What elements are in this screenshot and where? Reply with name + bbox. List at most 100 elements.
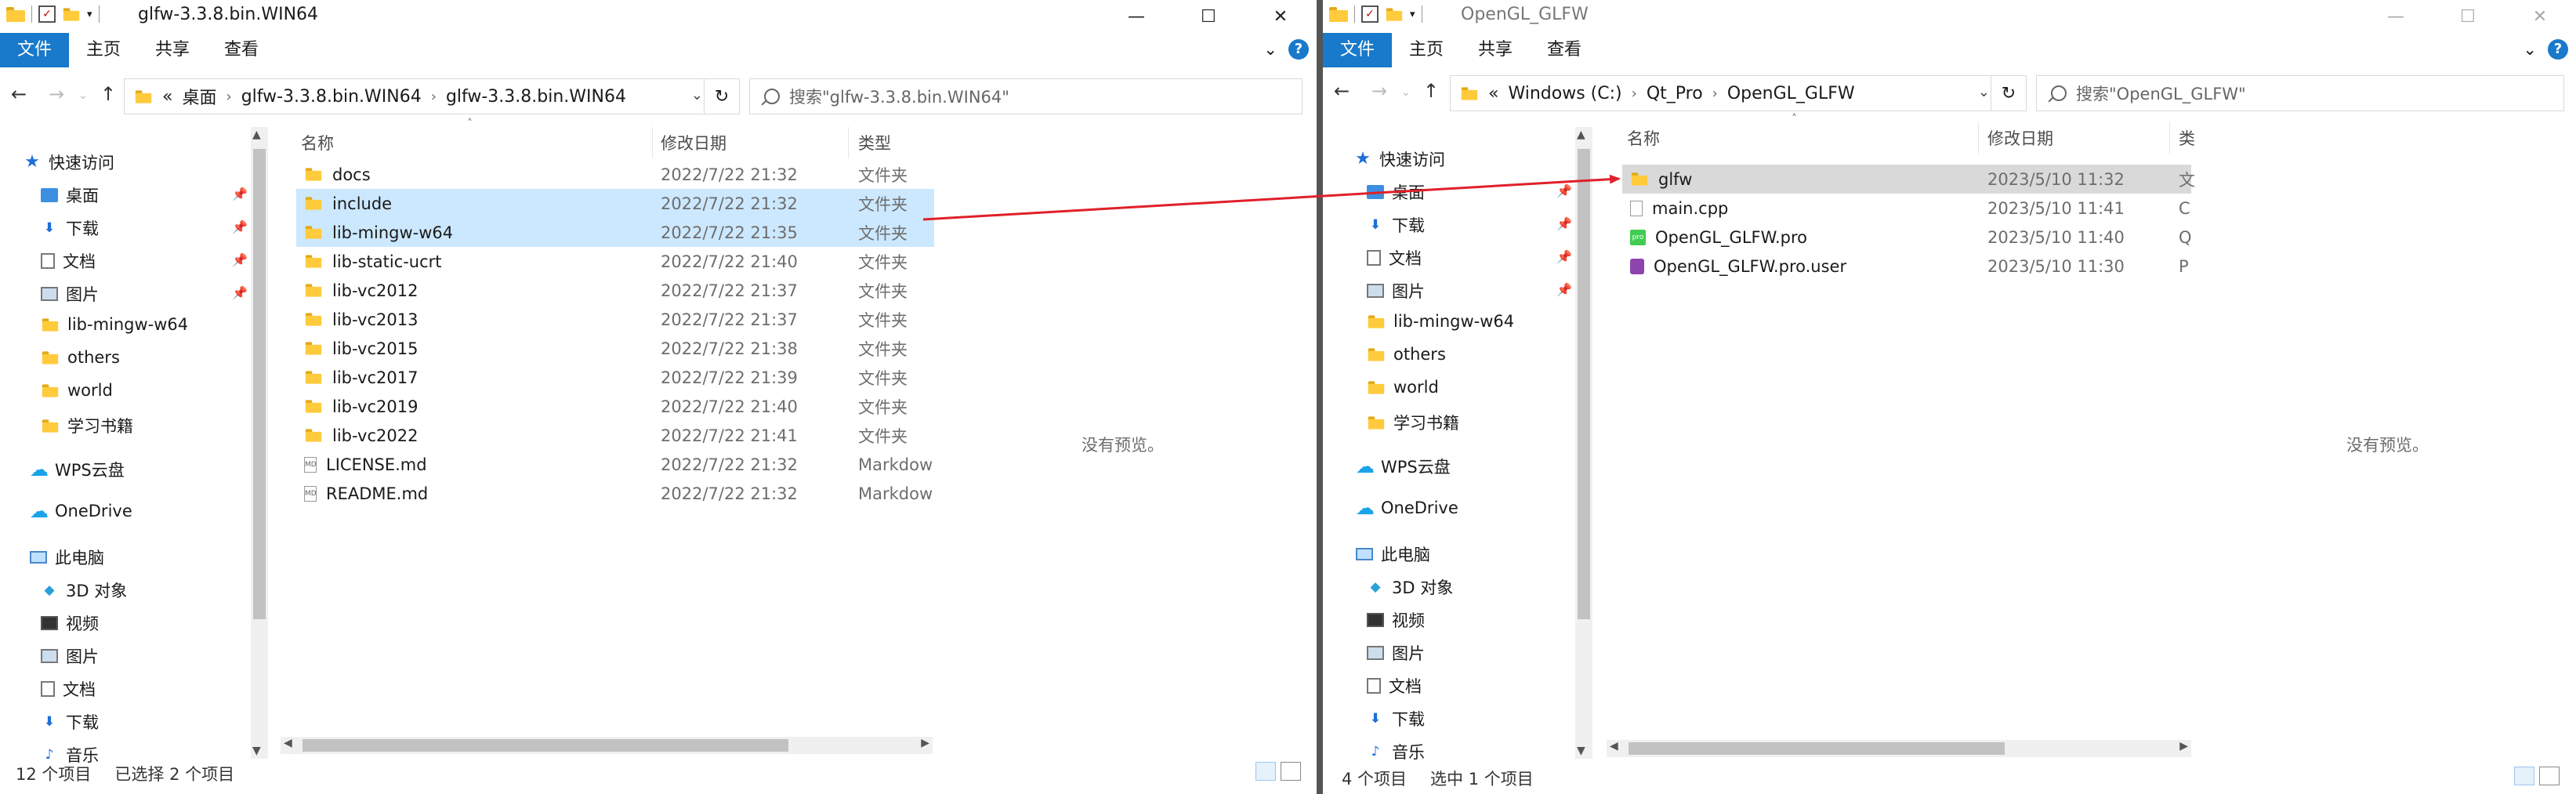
help-icon[interactable]: ? — [2548, 39, 2568, 60]
nav-wps[interactable]: ☁ WPS云盘 — [1356, 455, 1451, 478]
nav-desktop[interactable]: 桌面 — [1367, 180, 1425, 204]
nav-others[interactable]: others — [1367, 345, 1446, 364]
new-folder-icon[interactable] — [1386, 7, 1403, 21]
scroll-right-icon[interactable]: ▶ — [2179, 740, 2188, 752]
scrollbar-thumb[interactable] — [1578, 149, 1590, 619]
properties-icon[interactable]: ✓ — [1361, 5, 1379, 23]
nav-desktop[interactable]: 桌面 — [41, 183, 99, 207]
breadcrumb-overflow[interactable]: « — [162, 87, 172, 107]
pin-icon[interactable]: 📌 — [232, 187, 248, 201]
file-list-hscrollbar[interactable]: ◀ ▶ — [281, 737, 933, 754]
file-row[interactable]: lib-static-ucrt 2022/7/22 21:40 文件夹 — [296, 247, 934, 276]
help-icon[interactable]: ? — [1288, 39, 1309, 60]
tab-file[interactable]: 文件 — [0, 33, 70, 67]
pin-icon[interactable]: 📌 — [1556, 282, 1572, 297]
address-bar[interactable]: « 桌面 › glfw-3.3.8.bin.WIN64 › glfw-3.3.8… — [124, 78, 740, 114]
chevron-right-icon[interactable]: › — [1632, 85, 1637, 102]
column-type[interactable]: 类 — [2179, 122, 2195, 154]
pin-icon[interactable]: 📌 — [232, 219, 248, 234]
address-history-icon[interactable]: ⌄ — [691, 87, 703, 103]
nav-onedrive[interactable]: ☁ OneDrive — [30, 502, 132, 520]
minimize-button[interactable]: — — [2360, 0, 2432, 33]
file-row[interactable]: lib-vc2012 2022/7/22 21:37 文件夹 — [296, 276, 934, 305]
address-bar[interactable]: « Windows (C:) › Qt_Pro › OpenGL_GLFW ⌄ … — [1450, 75, 2027, 111]
scrollbar-thumb[interactable] — [1629, 742, 2005, 755]
column-type[interactable]: 类型 — [858, 127, 891, 158]
scroll-up-icon[interactable]: ▲ — [1577, 129, 1585, 141]
nav-others[interactable]: others — [41, 348, 120, 367]
scroll-down-icon[interactable]: ▼ — [1577, 745, 1585, 757]
close-button[interactable]: ✕ — [1245, 0, 1317, 33]
file-row[interactable]: pro OpenGL_GLFW.pro 2023/5/10 11:40 Q — [1622, 223, 2192, 252]
nav-documents[interactable]: 文档 — [41, 249, 96, 273]
file-row[interactable]: lib-vc2022 2022/7/22 21:41 文件夹 — [296, 421, 934, 450]
file-row[interactable]: lib-vc2017 2022/7/22 21:39 文件夹 — [296, 363, 934, 392]
details-view-icon[interactable] — [1255, 762, 1276, 781]
file-row[interactable]: lib-mingw-w64 2022/7/22 21:35 文件夹 — [296, 218, 934, 247]
tab-share[interactable]: 共享 — [138, 33, 207, 67]
nav-music[interactable]: ♪ 音乐 — [1367, 740, 1425, 763]
details-view-icon[interactable] — [2514, 767, 2534, 785]
recent-locations-icon[interactable]: ⌄ — [78, 89, 88, 102]
tab-home[interactable]: 主页 — [1392, 33, 1461, 67]
up-button[interactable]: ↑ — [100, 83, 116, 105]
nav-quick-access[interactable]: ★ 快速访问 — [1354, 147, 1445, 171]
large-icons-view-icon[interactable] — [2539, 767, 2560, 785]
breadcrumb-opengl[interactable]: OpenGL_GLFW — [1727, 84, 1855, 103]
file-row[interactable]: MD README.md 2022/7/22 21:32 Markdow — [296, 479, 934, 508]
nav-pictures[interactable]: 图片 — [41, 282, 99, 306]
forward-button[interactable]: → — [49, 83, 64, 105]
pin-icon[interactable]: 📌 — [1556, 183, 1572, 198]
nav-pictures[interactable]: 图片 — [1367, 279, 1425, 303]
file-row[interactable]: lib-vc2019 2022/7/22 21:40 文件夹 — [296, 392, 934, 421]
tab-file[interactable]: 文件 — [1323, 33, 1393, 67]
forward-button[interactable]: → — [1371, 80, 1387, 102]
new-folder-icon[interactable] — [63, 7, 80, 21]
breadcrumb-overflow[interactable]: « — [1488, 84, 1498, 103]
pin-icon[interactable]: 📌 — [1556, 249, 1572, 264]
nav-books[interactable]: 学习书籍 — [41, 414, 133, 437]
nav-videos[interactable]: 视频 — [1367, 608, 1425, 632]
close-button[interactable]: ✕ — [2504, 0, 2576, 33]
nav-videos[interactable]: 视频 — [41, 611, 99, 635]
scrollbar-thumb[interactable] — [253, 149, 266, 619]
scrollbar-thumb[interactable] — [303, 739, 788, 752]
breadcrumb-drive[interactable]: Windows (C:) — [1508, 84, 1621, 103]
nav-onedrive[interactable]: ☁ OneDrive — [1356, 499, 1458, 517]
pin-icon[interactable]: 📌 — [1556, 216, 1572, 231]
search-input[interactable]: 搜索"OpenGL_GLFW" — [2036, 75, 2564, 111]
tab-view[interactable]: 查看 — [207, 33, 276, 67]
refresh-button[interactable]: ↻ — [1991, 76, 2026, 111]
nav-pictures-pc[interactable]: 图片 — [41, 644, 99, 668]
back-button[interactable]: ← — [11, 83, 27, 105]
nav-documents[interactable]: 文档 — [1367, 246, 1422, 270]
nav-downloads[interactable]: ⬇ 下载 — [41, 216, 99, 240]
column-name[interactable]: 名称 — [1627, 122, 1660, 154]
nav-downloads[interactable]: ⬇ 下载 — [1367, 213, 1425, 237]
column-date[interactable]: 修改日期 — [661, 127, 726, 158]
breadcrumb-glfw[interactable]: glfw-3.3.8.bin.WIN64 — [241, 87, 422, 107]
file-row[interactable]: lib-vc2015 2022/7/22 21:38 文件夹 — [296, 334, 934, 363]
column-date[interactable]: 修改日期 — [1987, 122, 2053, 154]
recent-locations-icon[interactable]: ⌄ — [1401, 86, 1411, 99]
nav-downloads-pc[interactable]: ⬇ 下载 — [1367, 707, 1425, 731]
up-button[interactable]: ↑ — [1423, 80, 1439, 102]
scroll-right-icon[interactable]: ▶ — [921, 737, 929, 749]
tab-view[interactable]: 查看 — [1530, 33, 1599, 67]
nav-this-pc[interactable]: 此电脑 — [1356, 542, 1430, 566]
nav-documents-pc[interactable]: 文档 — [1367, 674, 1422, 698]
nav-lib-mingw[interactable]: lib-mingw-w64 — [1367, 312, 1514, 331]
tab-home[interactable]: 主页 — [69, 33, 138, 67]
nav-this-pc[interactable]: 此电脑 — [30, 546, 104, 569]
chevron-right-icon[interactable]: › — [226, 89, 231, 105]
back-button[interactable]: ← — [1334, 80, 1350, 102]
nav-wps[interactable]: ☁ WPS云盘 — [30, 458, 125, 481]
scroll-up-icon[interactable]: ▲ — [252, 129, 261, 141]
scroll-down-icon[interactable]: ▼ — [252, 745, 261, 757]
nav-documents-pc[interactable]: 文档 — [41, 677, 96, 701]
search-input[interactable]: 搜索"glfw-3.3.8.bin.WIN64" — [749, 78, 1302, 114]
file-row[interactable]: lib-vc2013 2022/7/22 21:37 文件夹 — [296, 305, 934, 334]
nav-3d-objects[interactable]: ◆ 3D 对象 — [41, 578, 127, 602]
file-row[interactable]: MD LICENSE.md 2022/7/22 21:32 Markdow — [296, 450, 934, 479]
customize-toolbar-icon[interactable]: ▾ — [87, 9, 92, 20]
